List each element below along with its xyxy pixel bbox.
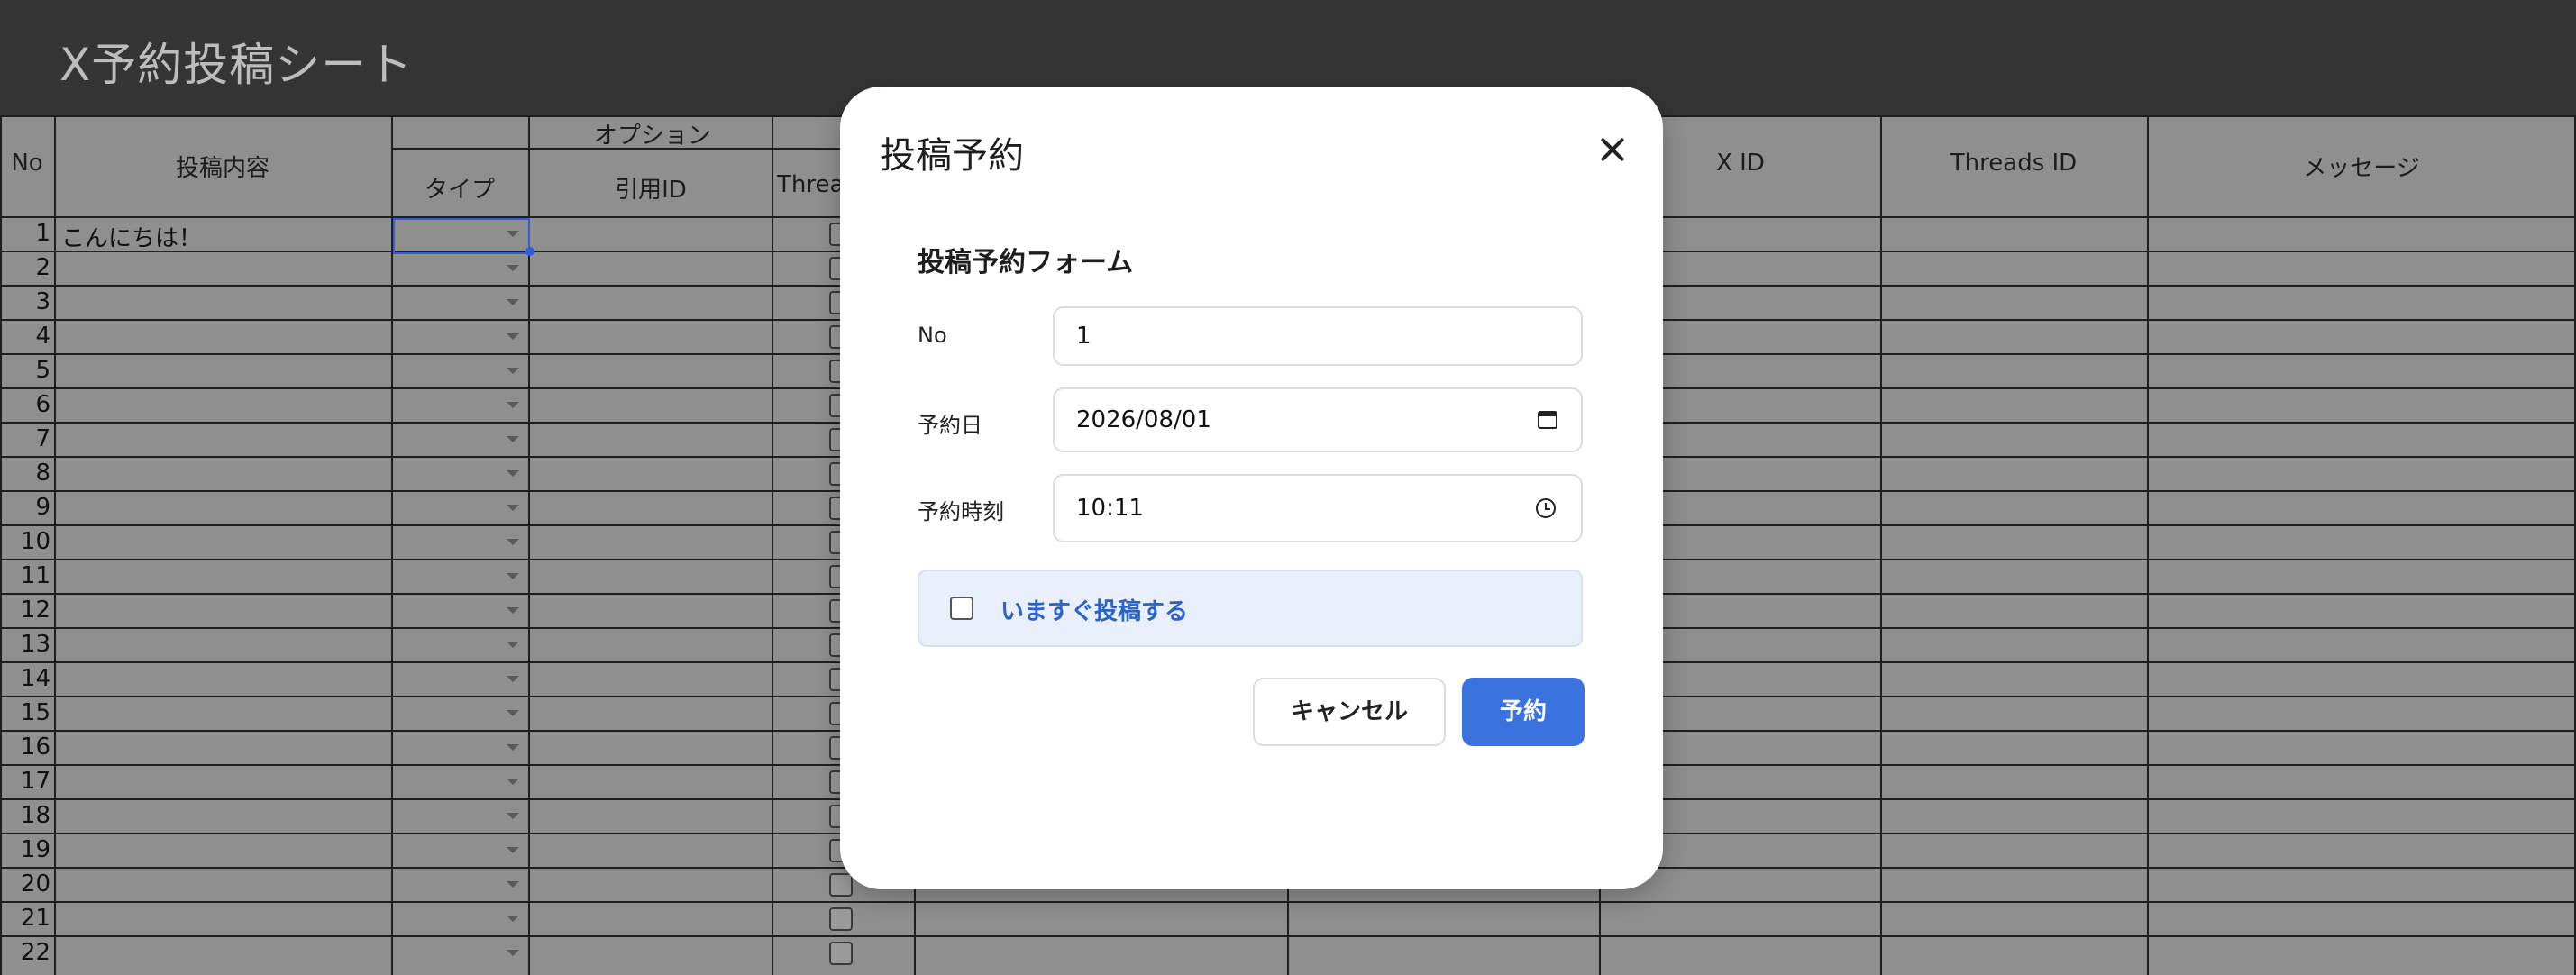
- header-content: 投稿内容: [175, 155, 269, 182]
- type-dropdown-arrow-icon[interactable]: [507, 231, 519, 237]
- schedule-button[interactable]: 予約: [1462, 678, 1585, 746]
- post-now-label[interactable]: いますぐ投稿する: [1000, 593, 1188, 626]
- row-number: 14: [20, 665, 50, 692]
- type-dropdown-arrow-icon[interactable]: [507, 607, 519, 614]
- type-dropdown-arrow-icon[interactable]: [507, 676, 519, 682]
- cell-content-row1[interactable]: こんにちは！: [61, 220, 202, 253]
- header-threads-id: Threads ID: [1950, 150, 2078, 177]
- post-now-option[interactable]: いますぐ投稿する: [918, 570, 1583, 647]
- row-number: 21: [20, 905, 50, 932]
- row-number: 20: [20, 870, 50, 898]
- row-number: 18: [20, 802, 50, 829]
- time-value: 10:11: [1076, 495, 1144, 522]
- row-number: 11: [20, 562, 50, 589]
- threads-checkbox[interactable]: [829, 873, 853, 897]
- type-dropdown-arrow-icon[interactable]: [507, 505, 519, 511]
- grid-hline: [391, 148, 914, 150]
- threads-checkbox[interactable]: [829, 907, 853, 931]
- cancel-button[interactable]: キャンセル: [1253, 678, 1446, 746]
- type-dropdown-arrow-icon[interactable]: [507, 299, 519, 305]
- row-number: 1: [35, 220, 50, 247]
- type-dropdown-arrow-icon[interactable]: [507, 710, 519, 716]
- type-dropdown-arrow-icon[interactable]: [507, 779, 519, 785]
- type-dropdown-arrow-icon[interactable]: [507, 265, 519, 271]
- type-dropdown-arrow-icon[interactable]: [507, 813, 519, 819]
- app-title: X予約投稿シート: [59, 39, 414, 91]
- grid-hline: [0, 935, 2576, 937]
- type-dropdown-arrow-icon[interactable]: [507, 470, 519, 477]
- row-number: 19: [20, 836, 50, 863]
- row-number: 6: [35, 391, 50, 418]
- row-number: 3: [35, 288, 50, 315]
- row-number: 16: [20, 734, 50, 761]
- header-type: タイプ: [424, 177, 495, 204]
- clock-icon[interactable]: [1536, 498, 1556, 518]
- grid-vline: [54, 115, 56, 975]
- row-number: 9: [35, 494, 50, 521]
- fill-handle[interactable]: [525, 247, 534, 256]
- grid-hline: [0, 901, 2576, 903]
- no-label: No: [918, 323, 947, 348]
- row-number: 15: [20, 699, 50, 726]
- form-title: 投稿予約フォーム: [918, 247, 1134, 278]
- grid-vline: [2147, 115, 2149, 975]
- row-number: 12: [20, 597, 50, 624]
- row-number: 13: [20, 631, 50, 658]
- time-field[interactable]: 10:11: [1053, 474, 1583, 542]
- header-threads-partial: Threa: [777, 171, 840, 198]
- type-dropdown-arrow-icon[interactable]: [507, 402, 519, 408]
- type-dropdown-arrow-icon[interactable]: [507, 573, 519, 579]
- type-dropdown-arrow-icon[interactable]: [507, 950, 519, 956]
- type-dropdown-arrow-icon[interactable]: [507, 333, 519, 340]
- type-dropdown-arrow-icon[interactable]: [507, 881, 519, 888]
- grid-vline: [1880, 115, 1882, 975]
- type-dropdown-arrow-icon[interactable]: [507, 368, 519, 374]
- date-label: 予約日: [918, 413, 982, 438]
- type-dropdown-arrow-icon[interactable]: [507, 539, 519, 545]
- header-message: メッセージ: [2303, 155, 2420, 182]
- type-dropdown-arrow-icon[interactable]: [507, 436, 519, 442]
- header-options-group: オプション: [593, 123, 711, 150]
- type-dropdown-arrow-icon[interactable]: [507, 744, 519, 751]
- row-number: 7: [35, 425, 50, 452]
- type-dropdown-arrow-icon[interactable]: [507, 916, 519, 922]
- no-value: 1: [1076, 323, 1092, 350]
- header-no: No: [11, 150, 43, 177]
- grid-vline: [772, 115, 773, 975]
- row-number: 5: [35, 357, 50, 384]
- no-field[interactable]: 1: [1053, 306, 1583, 366]
- row-number: 10: [20, 528, 50, 555]
- row-number: 17: [20, 768, 50, 795]
- post-now-checkbox[interactable]: [950, 597, 973, 620]
- calendar-icon[interactable]: [1538, 411, 1557, 429]
- row-number: 2: [35, 254, 50, 281]
- time-label: 予約時刻: [918, 499, 1004, 524]
- close-icon[interactable]: [1594, 130, 1633, 169]
- row-number: 4: [35, 323, 50, 350]
- threads-checkbox[interactable]: [829, 942, 853, 965]
- row-number: 22: [20, 939, 50, 966]
- schedule-post-dialog: 投稿予約 投稿予約フォーム No 1 予約日 2026/08/01 予約時刻 1…: [840, 87, 1663, 889]
- date-field[interactable]: 2026/08/01: [1053, 387, 1583, 452]
- header-quote-id: 引用ID: [615, 177, 687, 204]
- dialog-title: 投稿予約: [880, 135, 1024, 177]
- type-dropdown-arrow-icon[interactable]: [507, 642, 519, 648]
- date-value: 2026/08/01: [1076, 406, 1211, 433]
- row-number: 8: [35, 460, 50, 487]
- type-dropdown-arrow-icon[interactable]: [507, 847, 519, 853]
